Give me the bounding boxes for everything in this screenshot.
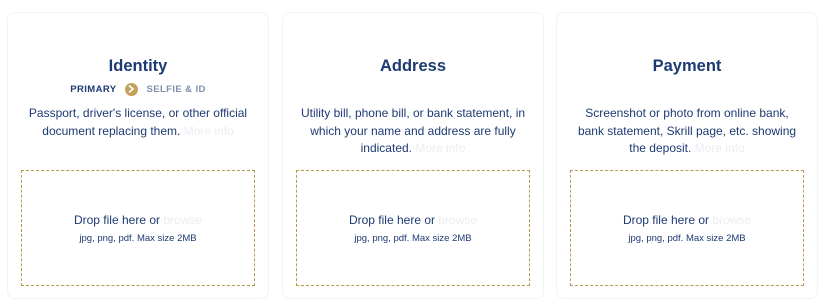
payment-dropzone[interactable]: Drop file here or browse jpg, png, pdf. …	[570, 170, 804, 286]
file-hint: jpg, png, pdf. Max size 2MB	[628, 233, 746, 244]
step-selfie-id[interactable]: SELFIE & ID	[146, 84, 205, 95]
drop-text: Drop file here or	[73, 213, 160, 227]
browse-link[interactable]: browse	[712, 213, 751, 227]
card-title: Identity	[108, 57, 168, 75]
browse-link[interactable]: browse	[163, 213, 202, 227]
drop-text: Drop file here or	[348, 213, 435, 227]
drop-line: Drop file here or browse	[22, 213, 254, 227]
more-info-link[interactable]: More info	[184, 124, 234, 138]
file-hint: jpg, png, pdf. Max size 2MB	[354, 233, 472, 244]
identity-card: Identity PRIMARY SELFIE & ID Passport, d…	[7, 12, 269, 299]
verification-cards: Identity PRIMARY SELFIE & ID Passport, d…	[7, 12, 818, 303]
drop-text: Drop file here or	[622, 213, 709, 227]
address-dropzone[interactable]: Drop file here or browse jpg, png, pdf. …	[296, 170, 530, 286]
file-hint: jpg, png, pdf. Max size 2MB	[79, 233, 197, 244]
identity-steps: PRIMARY SELFIE & ID	[8, 82, 268, 96]
description-text: Screenshot or photo from online bank, ba…	[577, 106, 797, 155]
chevron-right-circle-icon	[125, 82, 139, 96]
card-title: Payment	[652, 57, 722, 75]
payment-card: Payment Screenshot or photo from online …	[556, 12, 818, 299]
step-primary[interactable]: PRIMARY	[70, 84, 116, 95]
description-text: Utility bill, phone bill, or bank statem…	[300, 106, 526, 155]
card-description: Screenshot or photo from online bank, ba…	[573, 105, 801, 158]
card-description: Utility bill, phone bill, or bank statem…	[299, 105, 527, 158]
card-title: Address	[379, 57, 447, 75]
identity-dropzone[interactable]: Drop file here or browse jpg, png, pdf. …	[21, 170, 255, 286]
address-card: Address Utility bill, phone bill, or ban…	[282, 12, 544, 299]
card-description: Passport, driver's license, or other off…	[24, 105, 252, 140]
drop-line: Drop file here or browse	[571, 213, 803, 227]
more-info-link[interactable]: More info	[415, 141, 465, 155]
drop-line: Drop file here or browse	[297, 213, 529, 227]
browse-link[interactable]: browse	[438, 213, 477, 227]
more-info-link[interactable]: More info	[695, 141, 745, 155]
